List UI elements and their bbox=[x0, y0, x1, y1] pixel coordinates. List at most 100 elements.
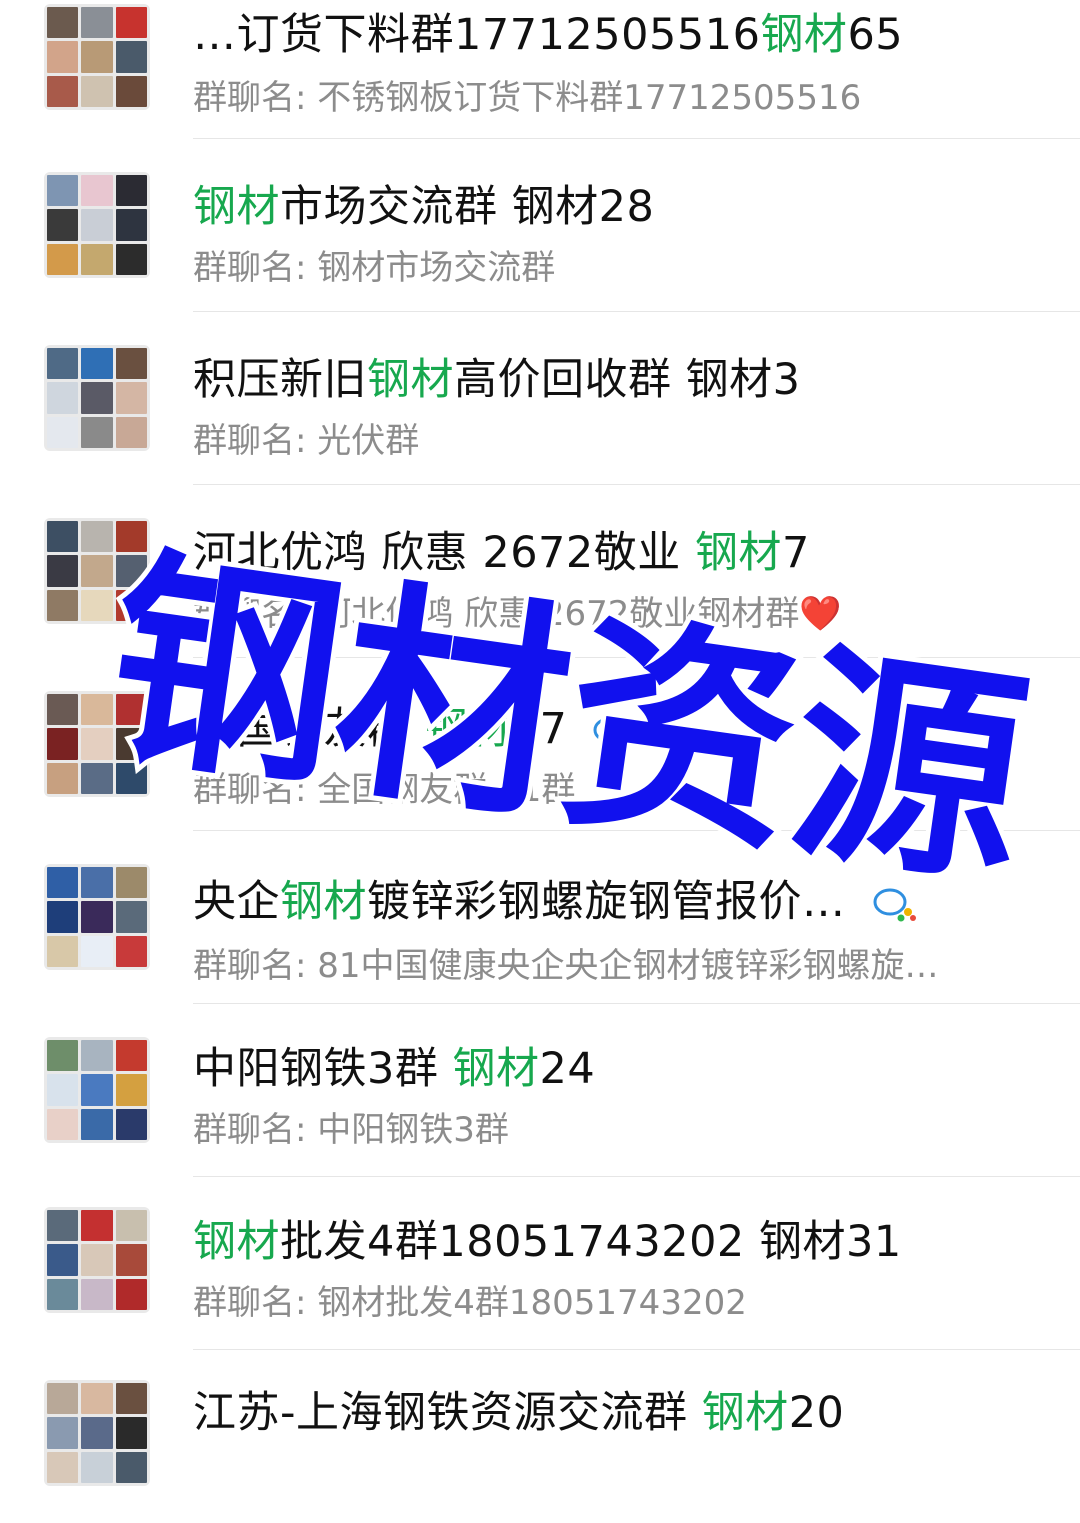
group-avatar bbox=[44, 1380, 150, 1486]
chat-title-suffix: 市场交流群 钢材28 bbox=[280, 182, 655, 232]
avatar-tile bbox=[81, 935, 113, 967]
heart-emoji: ❤️ bbox=[799, 594, 842, 634]
chat-title: 中阳钢铁3群 钢材24 bbox=[193, 1034, 595, 1096]
avatar-tile bbox=[81, 416, 113, 448]
avatar-tile bbox=[81, 1040, 113, 1072]
avatar-tile bbox=[81, 762, 113, 794]
chat-title-prefix: 全国钢友群 bbox=[193, 704, 425, 754]
avatar-tile bbox=[81, 1074, 113, 1106]
avatar-tile bbox=[115, 1210, 147, 1242]
chat-title-suffix: 高价回收群 钢材3 bbox=[454, 355, 801, 405]
chat-title-prefix: 中阳钢铁3群 bbox=[193, 1044, 453, 1094]
avatar-tile bbox=[47, 521, 79, 553]
avatar-tile bbox=[115, 75, 147, 107]
chat-list-item[interactable]: 全国钢友群 钢材57 群聊名: 全国钢友群 61群 bbox=[0, 658, 1080, 831]
avatar-tile bbox=[115, 1040, 147, 1072]
chat-title-prefix: 央企 bbox=[193, 877, 280, 927]
chat-list-item[interactable]: 江苏-上海钢铁资源交流群 钢材20 bbox=[0, 1350, 1080, 1523]
avatar-tile bbox=[47, 1074, 79, 1106]
avatar-tile bbox=[47, 1040, 79, 1072]
chat-group-name: 群聊名: 河北优鸿 欣惠 2672敬业钢材群❤️ bbox=[193, 586, 842, 635]
avatar-tile bbox=[47, 935, 79, 967]
avatar-tile bbox=[81, 589, 113, 621]
group-avatar bbox=[44, 4, 150, 110]
avatar-tile bbox=[81, 555, 113, 587]
avatar-tile bbox=[115, 1108, 147, 1140]
chat-group-name: 群聊名: 81中国健康央企央企钢材镀锌彩钢螺旋… bbox=[193, 946, 939, 986]
group-avatar bbox=[44, 864, 150, 970]
avatar-tile bbox=[81, 1278, 113, 1310]
chat-title-highlight: 钢材 bbox=[701, 1388, 789, 1438]
chat-title-suffix: 批发4群18051743202 钢材31 bbox=[280, 1217, 902, 1267]
avatar-tile bbox=[115, 935, 147, 967]
group-avatar bbox=[44, 691, 150, 797]
chat-title: …订货下料群17712505516钢材65 bbox=[193, 0, 903, 62]
chat-title-highlight: 钢材 bbox=[424, 704, 512, 754]
chat-title: 央企钢材镀锌彩钢螺旋钢管报价… bbox=[193, 867, 918, 929]
avatar-tile bbox=[81, 243, 113, 275]
avatar-tile bbox=[115, 416, 147, 448]
chat-title-suffix: 20 bbox=[788, 1388, 845, 1438]
avatar-tile bbox=[115, 521, 147, 553]
avatar-tile bbox=[47, 175, 79, 207]
avatar-tile bbox=[81, 348, 113, 380]
avatar-tile bbox=[47, 1278, 79, 1310]
avatar-tile bbox=[115, 348, 147, 380]
chat-list-item[interactable]: …订货下料群17712505516钢材65 群聊名: 不锈钢板订货下料群1771… bbox=[0, 0, 1080, 139]
chat-title-highlight: 钢材 bbox=[193, 1217, 280, 1267]
avatar-tile bbox=[81, 1244, 113, 1276]
avatar-tile bbox=[115, 7, 147, 39]
avatar-tile bbox=[115, 243, 147, 275]
avatar-tile bbox=[115, 1244, 147, 1276]
avatar-tile bbox=[47, 901, 79, 933]
avatar-tile bbox=[47, 1417, 79, 1449]
chat-list-item[interactable]: 河北优鸿 欣惠 2672敬业 钢材7 群聊名: 河北优鸿 欣惠 2672敬业钢材… bbox=[0, 485, 1080, 658]
chat-title-prefix: 积压新旧 bbox=[193, 355, 367, 405]
chat-title-highlight: 钢材 bbox=[694, 528, 782, 578]
group-avatar bbox=[44, 1037, 150, 1143]
chat-list-item[interactable]: 中阳钢铁3群 钢材24 群聊名: 中阳钢铁3群 bbox=[0, 1004, 1080, 1177]
avatar-tile bbox=[115, 1278, 147, 1310]
chat-title: 江苏-上海钢铁资源交流群 钢材20 bbox=[193, 1378, 844, 1440]
avatar-tile bbox=[47, 75, 79, 107]
avatar-tile bbox=[81, 1417, 113, 1449]
avatar-tile bbox=[115, 555, 147, 587]
avatar-tile bbox=[47, 867, 79, 899]
avatar-tile bbox=[115, 728, 147, 760]
chat-list-item[interactable]: 钢材批发4群18051743202 钢材31 群聊名: 钢材批发4群180517… bbox=[0, 1177, 1080, 1350]
chat-list-item[interactable]: 积压新旧钢材高价回收群 钢材3 群聊名: 光伏群 bbox=[0, 312, 1080, 485]
chat-list-item[interactable]: 钢材市场交流群 钢材28 群聊名: 钢材市场交流群 bbox=[0, 139, 1080, 312]
avatar-tile bbox=[81, 867, 113, 899]
chat-group-name: 群聊名: 不锈钢板订货下料群17712505516 bbox=[193, 78, 862, 118]
avatar-tile bbox=[115, 41, 147, 73]
avatar-tile bbox=[115, 1417, 147, 1449]
avatar-tile bbox=[81, 694, 113, 726]
avatar-tile bbox=[47, 555, 79, 587]
wecom-chat-icon bbox=[873, 888, 916, 921]
chat-title-highlight: 钢材 bbox=[452, 1044, 540, 1094]
avatar-tile bbox=[81, 521, 113, 553]
chat-list-item[interactable]: 央企钢材镀锌彩钢螺旋钢管报价… 群聊名: 81中国健康央企央企钢材镀锌彩钢螺旋… bbox=[0, 831, 1080, 1004]
chat-group-name: 群聊名: 钢材批发4群18051743202 bbox=[193, 1283, 747, 1323]
avatar-tile bbox=[47, 41, 79, 73]
avatar-tile bbox=[81, 175, 113, 207]
avatar-tile bbox=[115, 762, 147, 794]
avatar-tile bbox=[81, 7, 113, 39]
avatar-tile bbox=[115, 175, 147, 207]
avatar-tile bbox=[115, 1383, 147, 1415]
avatar-tile bbox=[115, 694, 147, 726]
avatar-tile bbox=[47, 728, 79, 760]
chat-group-name: 群聊名: 光伏群 bbox=[193, 421, 420, 461]
avatar-tile bbox=[81, 41, 113, 73]
avatar-tile bbox=[47, 1244, 79, 1276]
avatar-tile bbox=[81, 1108, 113, 1140]
chat-title-suffix: 镀锌彩钢螺旋钢管报价… bbox=[367, 877, 846, 927]
avatar-tile bbox=[81, 75, 113, 107]
chat-title-suffix: 65 bbox=[847, 10, 904, 60]
avatar-tile bbox=[115, 1074, 147, 1106]
chat-title-highlight: 钢材 bbox=[193, 182, 280, 232]
group-avatar bbox=[44, 172, 150, 278]
chat-title-highlight: 钢材 bbox=[367, 355, 454, 405]
chat-title: 钢材市场交流群 钢材28 bbox=[193, 172, 654, 234]
avatar-tile bbox=[47, 1108, 79, 1140]
